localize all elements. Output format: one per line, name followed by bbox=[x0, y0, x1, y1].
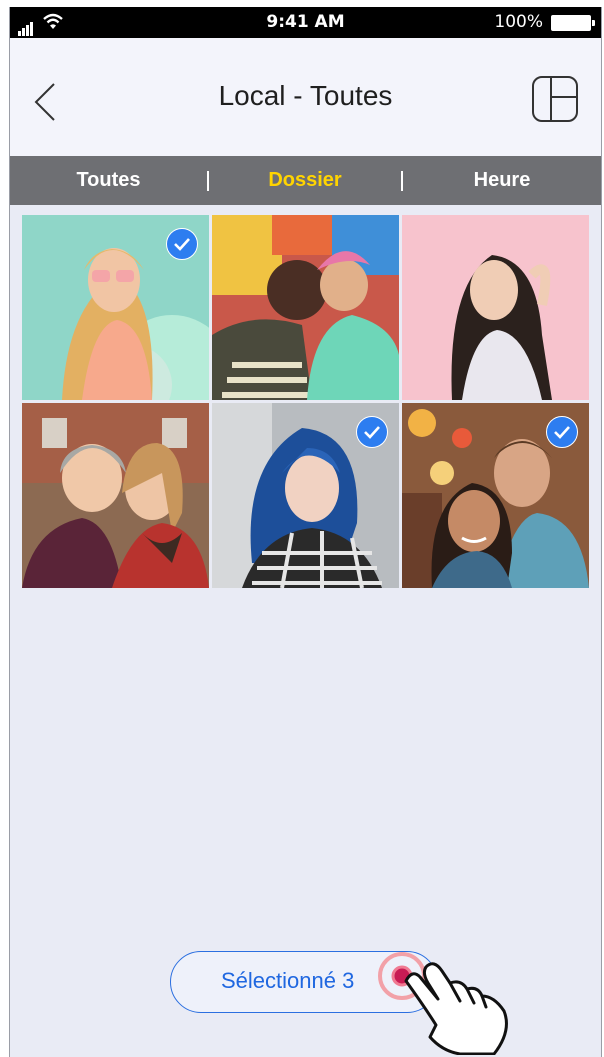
photo-image bbox=[22, 403, 209, 588]
navigation-header: Local - Toutes bbox=[10, 38, 601, 156]
photo-thumbnail[interactable] bbox=[22, 215, 209, 400]
status-bar: 9:41 AM 100% bbox=[10, 7, 601, 38]
app-screen: 9:41 AM 100% Local - Toutes Toutes Dossi… bbox=[9, 7, 602, 1057]
battery-icon bbox=[551, 15, 595, 31]
selected-checkmark-icon[interactable] bbox=[166, 228, 198, 260]
photo-thumbnail[interactable] bbox=[212, 403, 399, 588]
layout-grid-icon[interactable] bbox=[531, 75, 579, 123]
selected-count-button[interactable]: Sélectionné 3 bbox=[170, 951, 438, 1013]
filter-tabs: Toutes Dossier Heure bbox=[10, 156, 601, 205]
tab-toutes[interactable]: Toutes bbox=[10, 156, 207, 205]
photo-image bbox=[402, 215, 589, 400]
photo-thumbnail[interactable] bbox=[402, 215, 589, 400]
photo-thumbnail[interactable] bbox=[22, 403, 209, 588]
photo-thumbnail[interactable] bbox=[212, 215, 399, 400]
photo-thumbnail[interactable] bbox=[402, 403, 589, 588]
tab-heure[interactable]: Heure bbox=[403, 156, 601, 205]
page-title: Local - Toutes bbox=[218, 80, 393, 111]
selected-checkmark-icon[interactable] bbox=[546, 416, 578, 448]
selected-count-label: Sélectionné 3 bbox=[221, 968, 355, 993]
battery-percentage: 100% bbox=[494, 12, 543, 32]
photo-image bbox=[212, 215, 399, 400]
selected-checkmark-icon[interactable] bbox=[356, 416, 388, 448]
tab-dossier[interactable]: Dossier bbox=[209, 156, 401, 205]
